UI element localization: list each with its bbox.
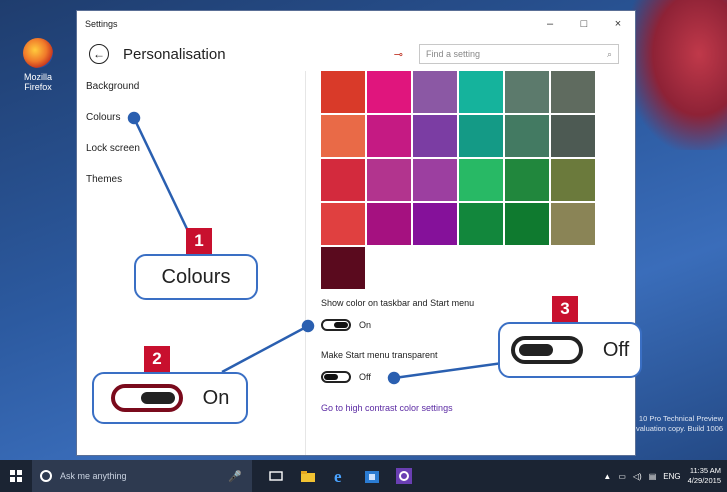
language-indicator[interactable]: ENG bbox=[663, 472, 680, 481]
color-swatch[interactable] bbox=[505, 159, 549, 201]
back-arrow-icon: ← bbox=[93, 47, 105, 61]
task-view-icon[interactable] bbox=[266, 467, 286, 485]
firefox-label-line1: Mozilla bbox=[23, 72, 52, 82]
microphone-icon[interactable]: 🎤 bbox=[228, 470, 242, 483]
firefox-icon bbox=[23, 38, 53, 68]
pin-icon[interactable]: ⊸ bbox=[394, 48, 403, 61]
callout-2-text: On bbox=[202, 386, 230, 409]
transparent-toggle[interactable] bbox=[321, 371, 351, 383]
callout-2-bubble: On bbox=[92, 372, 248, 424]
cortana-search-text: Ask me anything bbox=[60, 471, 127, 481]
firefox-desktop-icon[interactable]: Mozilla Firefox bbox=[18, 38, 58, 92]
cortana-search-box[interactable]: Ask me anything 🎤 bbox=[32, 460, 252, 492]
wallpaper-accent bbox=[627, 0, 727, 150]
sidebar-item-themes[interactable]: Themes bbox=[77, 164, 305, 195]
page-title: Personalisation bbox=[123, 45, 226, 63]
color-swatch[interactable] bbox=[367, 115, 411, 157]
callout-2-toggle-icon bbox=[110, 384, 183, 412]
callout-2-badge: 2 bbox=[144, 346, 170, 372]
transparent-state: Off bbox=[359, 372, 371, 382]
edge-icon[interactable]: e bbox=[330, 467, 350, 485]
watermark-line2: Evaluation copy. Build 1006 bbox=[630, 424, 723, 433]
settings-header: ← Personalisation ⊸ Find a setting ⌕ bbox=[77, 37, 635, 71]
close-button[interactable]: × bbox=[601, 18, 635, 30]
system-tray: ▲ ▭ ◁) ▤ ENG 11:35 AM 4/29/2015 bbox=[596, 466, 727, 486]
store-icon[interactable] bbox=[362, 467, 382, 485]
settings-icon[interactable] bbox=[394, 467, 414, 485]
taskbar-app-icons: e bbox=[260, 467, 420, 485]
high-contrast-link[interactable]: Go to high contrast color settings bbox=[321, 403, 453, 413]
color-swatch[interactable] bbox=[321, 203, 365, 245]
svg-text:e: e bbox=[334, 468, 342, 484]
clock-date: 4/29/2015 bbox=[687, 476, 721, 485]
taskbar-color-state: On bbox=[359, 320, 372, 330]
title-bar[interactable]: Settings – □ × bbox=[77, 11, 635, 37]
windows-logo-icon bbox=[10, 470, 22, 482]
watermark-line1: 10 Pro Technical Preview bbox=[638, 414, 723, 423]
callout-1-badge: 1 bbox=[186, 228, 212, 254]
taskbar-color-toggle-row[interactable]: On bbox=[321, 319, 371, 331]
search-input[interactable]: Find a setting ⌕ bbox=[419, 44, 619, 64]
search-icon: ⌕ bbox=[606, 48, 612, 59]
color-swatch[interactable] bbox=[505, 115, 549, 157]
taskbar-color-toggle[interactable] bbox=[321, 319, 351, 331]
color-swatch[interactable] bbox=[367, 203, 411, 245]
taskbar-color-label: Show color on taskbar and Start menu bbox=[321, 298, 475, 308]
back-button[interactable]: ← bbox=[89, 44, 109, 64]
file-explorer-icon[interactable] bbox=[298, 467, 318, 485]
pane-divider bbox=[305, 71, 306, 455]
taskbar: Ask me anything 🎤 e ▲ ▭ ◁) ▤ ENG 11:35 A… bbox=[0, 460, 727, 492]
sidebar-item-lock-screen[interactable]: Lock screen bbox=[77, 133, 305, 164]
network-icon[interactable]: ▭ bbox=[618, 472, 626, 481]
transparent-label: Make Start menu transparent bbox=[321, 350, 438, 360]
color-swatch[interactable] bbox=[551, 115, 595, 157]
maximize-button[interactable]: □ bbox=[567, 18, 601, 30]
color-swatch[interactable] bbox=[505, 203, 549, 245]
search-placeholder: Find a setting bbox=[426, 49, 481, 59]
color-swatch[interactable] bbox=[413, 71, 457, 113]
color-swatch[interactable] bbox=[413, 203, 457, 245]
callout-3-text: Off bbox=[602, 338, 630, 361]
color-swatch[interactable] bbox=[505, 71, 549, 113]
color-swatch[interactable] bbox=[551, 159, 595, 201]
clock[interactable]: 11:35 AM 4/29/2015 bbox=[688, 466, 721, 486]
callout-1-text: Colours bbox=[161, 265, 231, 288]
sidebar-item-background[interactable]: Background bbox=[77, 71, 305, 102]
color-swatch[interactable] bbox=[459, 159, 503, 201]
color-swatch[interactable] bbox=[459, 71, 503, 113]
color-swatch[interactable] bbox=[459, 203, 503, 245]
color-swatch[interactable] bbox=[321, 71, 365, 113]
color-swatch[interactable] bbox=[551, 203, 595, 245]
callout-1-bubble: Colours bbox=[134, 254, 258, 300]
firefox-label-line2: Firefox bbox=[24, 82, 52, 92]
color-swatch[interactable] bbox=[367, 159, 411, 201]
color-swatch[interactable] bbox=[321, 247, 365, 289]
colours-pane: Show color on taskbar and Start menu On … bbox=[321, 71, 635, 455]
color-swatch[interactable] bbox=[459, 115, 503, 157]
minimize-button[interactable]: – bbox=[533, 18, 567, 30]
evaluation-watermark: 10 Pro Technical Preview Evaluation copy… bbox=[631, 414, 723, 434]
sidebar-item-colours[interactable]: Colours bbox=[77, 102, 305, 133]
action-center-icon[interactable]: ▤ bbox=[649, 472, 657, 481]
clock-time: 11:35 AM bbox=[689, 466, 721, 475]
volume-icon[interactable]: ◁) bbox=[633, 472, 642, 481]
transparent-toggle-row[interactable]: Off bbox=[321, 371, 371, 383]
color-swatch[interactable] bbox=[321, 115, 365, 157]
color-swatch[interactable] bbox=[413, 159, 457, 201]
color-swatch[interactable] bbox=[551, 71, 595, 113]
cortana-icon bbox=[40, 470, 52, 482]
callout-3-bubble: Off bbox=[498, 322, 642, 378]
window-title: Settings bbox=[85, 19, 118, 29]
tray-overflow-icon[interactable]: ▲ bbox=[603, 472, 611, 481]
callout-3-toggle-icon bbox=[510, 336, 583, 364]
color-swatch[interactable] bbox=[321, 159, 365, 201]
callout-3-badge: 3 bbox=[552, 296, 578, 322]
color-swatch[interactable] bbox=[367, 71, 411, 113]
start-button[interactable] bbox=[0, 460, 32, 492]
color-swatch[interactable] bbox=[413, 115, 457, 157]
